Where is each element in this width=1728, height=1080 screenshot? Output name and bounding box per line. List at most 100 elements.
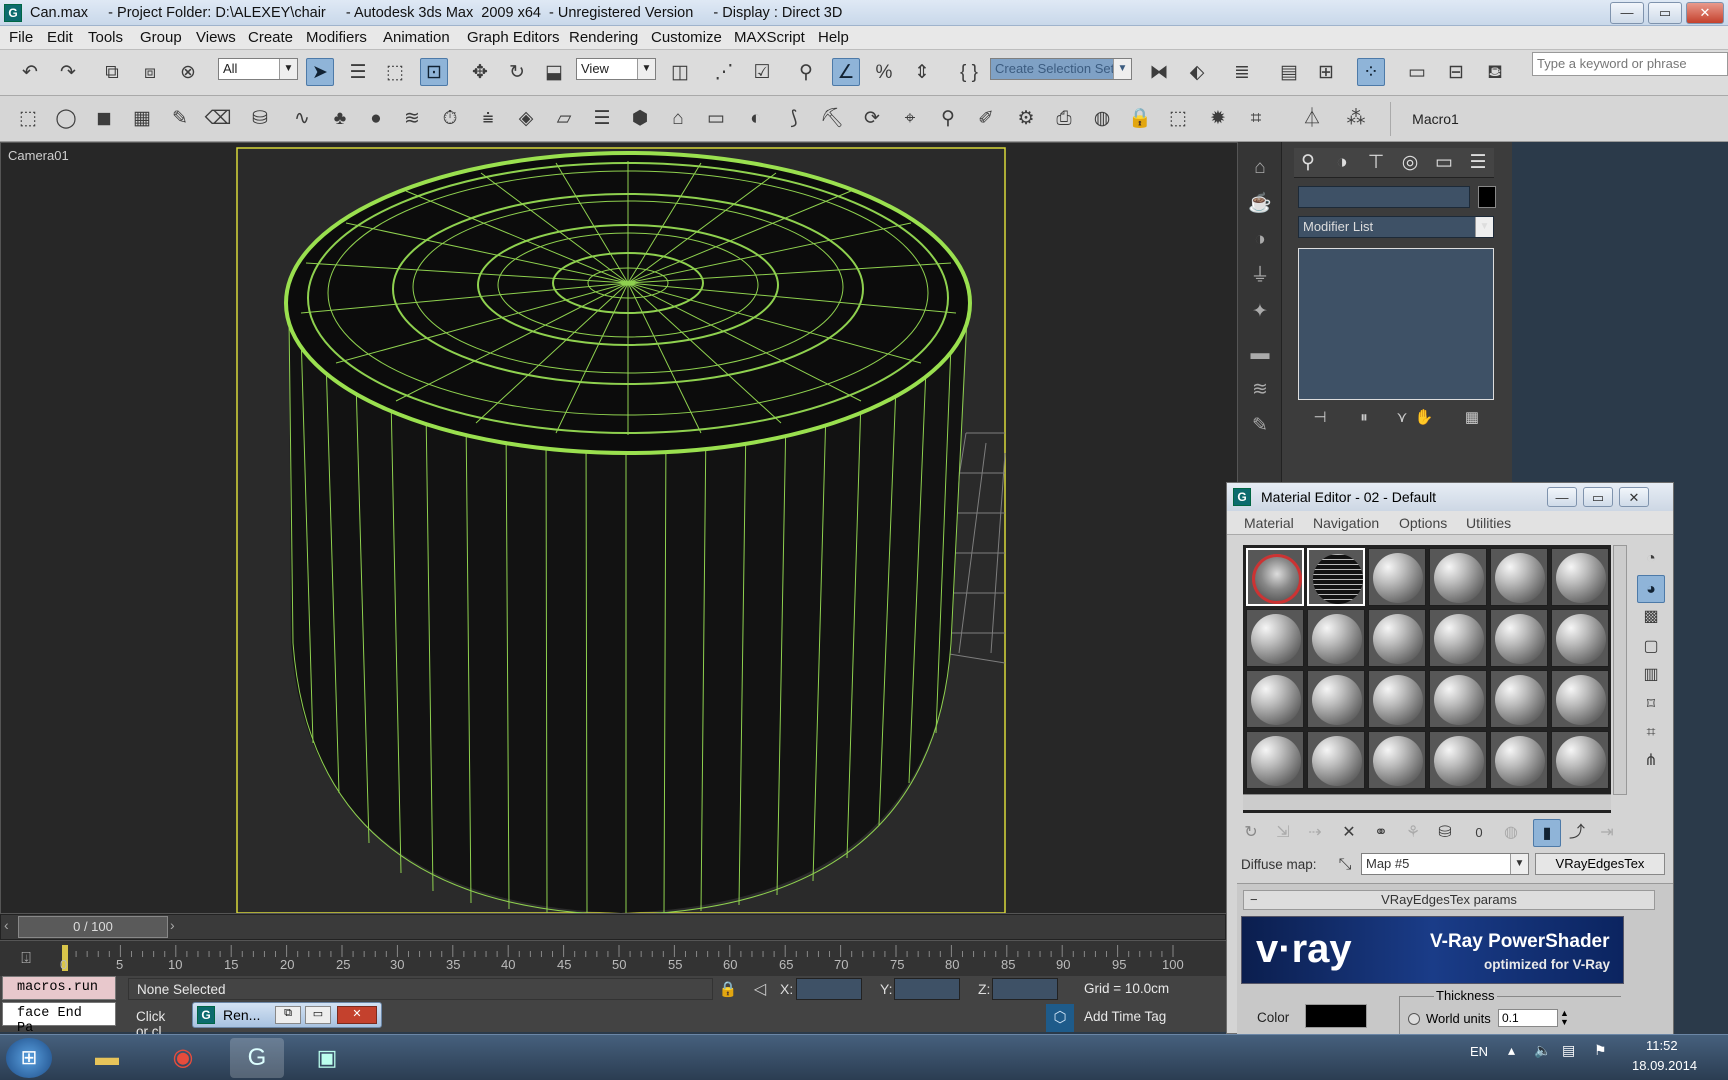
reset-map-icon[interactable]: ✕ (1335, 819, 1363, 847)
tools-icon[interactable]: ⛏ (818, 105, 846, 133)
select-object-icon[interactable]: ➤ (306, 58, 334, 86)
tool-strip-icon-3[interactable]: ◑ (1246, 226, 1274, 254)
tool-strip-icon-2[interactable]: ☕ (1246, 190, 1274, 218)
rectangular-selection-icon[interactable]: ⬚ (381, 59, 409, 87)
box-icon[interactable]: ◼ (90, 105, 118, 133)
unlink-icon[interactable]: ⧈ (136, 59, 164, 87)
stack-icon[interactable]: ⩧ (474, 105, 502, 133)
world-units-input[interactable]: 0.1 (1498, 1009, 1558, 1027)
maxscript-listener-line2[interactable]: face End Pa (2, 1002, 116, 1036)
sample-slot[interactable] (1307, 548, 1365, 606)
mat-menu-material[interactable]: Material (1244, 515, 1294, 531)
tool-strip-icon-7[interactable]: ≋ (1246, 376, 1274, 404)
sample-slot[interactable] (1551, 548, 1609, 606)
scale-icon[interactable]: ⬓ (540, 59, 568, 87)
reference-coordinate-dropdown[interactable]: View ▼ (576, 58, 656, 80)
render-close-button[interactable]: ✕ (337, 1006, 377, 1024)
hook-icon[interactable]: ⟳ (858, 105, 886, 133)
pivot-center-icon[interactable]: ◫ (666, 59, 694, 87)
render-window-taskbar-item[interactable]: G Ren... ⧉ ▭ ✕ (192, 1002, 382, 1028)
chrome-icon[interactable]: ◉ (156, 1038, 210, 1078)
app-icon[interactable]: G (4, 4, 22, 22)
sample-slot[interactable] (1490, 731, 1548, 789)
sphere-icon[interactable]: ◯ (52, 105, 80, 133)
sample-slot[interactable] (1490, 670, 1548, 728)
sample-slot[interactable] (1368, 548, 1426, 606)
options-icon[interactable]: ⌗ (1637, 719, 1665, 747)
export-icon[interactable]: ⎙ (1050, 105, 1078, 133)
timeline-prev-icon[interactable]: ‹ (4, 917, 9, 933)
make-unique-mat-icon[interactable]: ⚘ (1399, 819, 1427, 847)
transform-mode-icon[interactable]: ◁ (746, 976, 774, 1004)
tool-strip-icon-1[interactable]: ⌂ (1246, 154, 1274, 182)
sample-slot[interactable] (1246, 670, 1304, 728)
object-name-field[interactable] (1298, 186, 1470, 208)
gear-icon[interactable]: ⚙ (1012, 105, 1040, 133)
close-button[interactable]: ✕ (1686, 2, 1724, 24)
tray-expand-icon[interactable]: ▴ (1508, 1042, 1515, 1059)
tree-icon[interactable]: ♣ (326, 105, 354, 133)
sample-slot[interactable] (1368, 670, 1426, 728)
get-material-icon[interactable]: ↻ (1237, 819, 1265, 847)
display-tab-icon[interactable]: ▭ (1430, 149, 1458, 177)
menu-rendering[interactable]: Rendering (569, 29, 638, 46)
mat-minimize-button[interactable]: — (1547, 487, 1577, 507)
menu-customize[interactable]: Customize (651, 29, 722, 46)
put-to-scene-icon[interactable]: ⇲ (1269, 819, 1297, 847)
action-center-icon[interactable]: ⚑ (1594, 1042, 1607, 1059)
sample-slot[interactable] (1368, 731, 1426, 789)
show-end-result-mat-icon[interactable]: ▮ (1533, 819, 1561, 847)
sample-slot[interactable] (1551, 731, 1609, 789)
video-color-icon[interactable]: ▥ (1637, 661, 1665, 689)
modifier-stack[interactable] (1298, 248, 1494, 400)
edge-color-swatch[interactable] (1305, 1004, 1367, 1028)
select-by-name-icon[interactable]: ☰ (344, 59, 372, 87)
sample-slot[interactable] (1307, 609, 1365, 667)
render-maximize-button[interactable]: ▭ (305, 1006, 331, 1024)
modifier-list-dropdown[interactable]: Modifier List ▼ (1298, 216, 1494, 238)
diamond-grid-icon[interactable]: ◈ (512, 105, 540, 133)
tool-strip-icon-8[interactable]: ✎ (1246, 412, 1274, 440)
window-crossing-icon[interactable]: ⊡ (420, 58, 448, 86)
helix-icon[interactable]: ∿ (288, 105, 316, 133)
modifier-icon[interactable]: ⟆ (780, 105, 808, 133)
clock-time[interactable]: 11:52 (1646, 1038, 1678, 1053)
redo-icon[interactable]: ↷ (54, 59, 82, 87)
world-units-radio[interactable] (1408, 1013, 1420, 1025)
viewport-label[interactable]: Camera01 (8, 148, 69, 163)
menu-edit[interactable]: Edit (47, 29, 73, 46)
eraser-icon[interactable]: ⌫ (204, 105, 232, 133)
lock-icon[interactable]: 🔒 (1126, 105, 1154, 133)
layer-manager-icon[interactable]: ≣ (1228, 59, 1256, 87)
menu-views[interactable]: Views (196, 29, 236, 46)
slots-vertical-scrollbar[interactable] (1613, 545, 1627, 795)
sample-slot[interactable] (1429, 731, 1487, 789)
go-to-parent-icon[interactable]: ⤴ (1563, 819, 1591, 847)
tool-strip-icon-6[interactable]: ▬ (1246, 340, 1274, 368)
vray-light-icon[interactable]: ⏃ (1298, 105, 1326, 133)
select-by-material-icon[interactable]: ⋔ (1637, 747, 1665, 775)
camera-viewport[interactable] (0, 142, 1238, 916)
track-bar[interactable]: ⍗ 0 5 10 15 20 25 30 35 40 45 50 55 60 6… (0, 940, 1226, 976)
z-coord-field[interactable] (992, 978, 1058, 1000)
shader-icon[interactable]: ◐ (742, 105, 770, 133)
clock-date[interactable]: 18.09.2014 (1632, 1058, 1697, 1073)
motion-tab-icon[interactable]: ◎ (1396, 149, 1424, 177)
modify-tab-icon[interactable]: ◑ (1328, 149, 1356, 177)
cube-icon[interactable]: ⬢ (626, 105, 654, 133)
timeline-next-icon[interactable]: › (170, 917, 175, 933)
percent-snap-icon[interactable]: % (870, 59, 898, 87)
mirror-icon[interactable]: ⧓ (1145, 59, 1173, 87)
tool-strip-icon-4[interactable]: ⏚ (1246, 262, 1274, 290)
3ds-max-taskbar-icon[interactable]: G (230, 1038, 284, 1078)
menu-graph-editors[interactable]: Graph Editors (467, 29, 560, 46)
menu-file[interactable]: File (9, 29, 33, 46)
menu-modifiers[interactable]: Modifiers (306, 29, 367, 46)
render-setup-icon[interactable]: ▭ (1403, 59, 1431, 87)
assign-to-selection-icon[interactable]: ⇢ (1301, 819, 1329, 847)
menu-tools[interactable]: Tools (88, 29, 123, 46)
utilities-tab-icon[interactable]: ☰ (1464, 149, 1492, 177)
time-slider-track[interactable] (0, 914, 1226, 940)
plane-icon[interactable]: ▱ (550, 105, 578, 133)
selection-filter-dropdown[interactable]: All ▼ (218, 58, 298, 80)
